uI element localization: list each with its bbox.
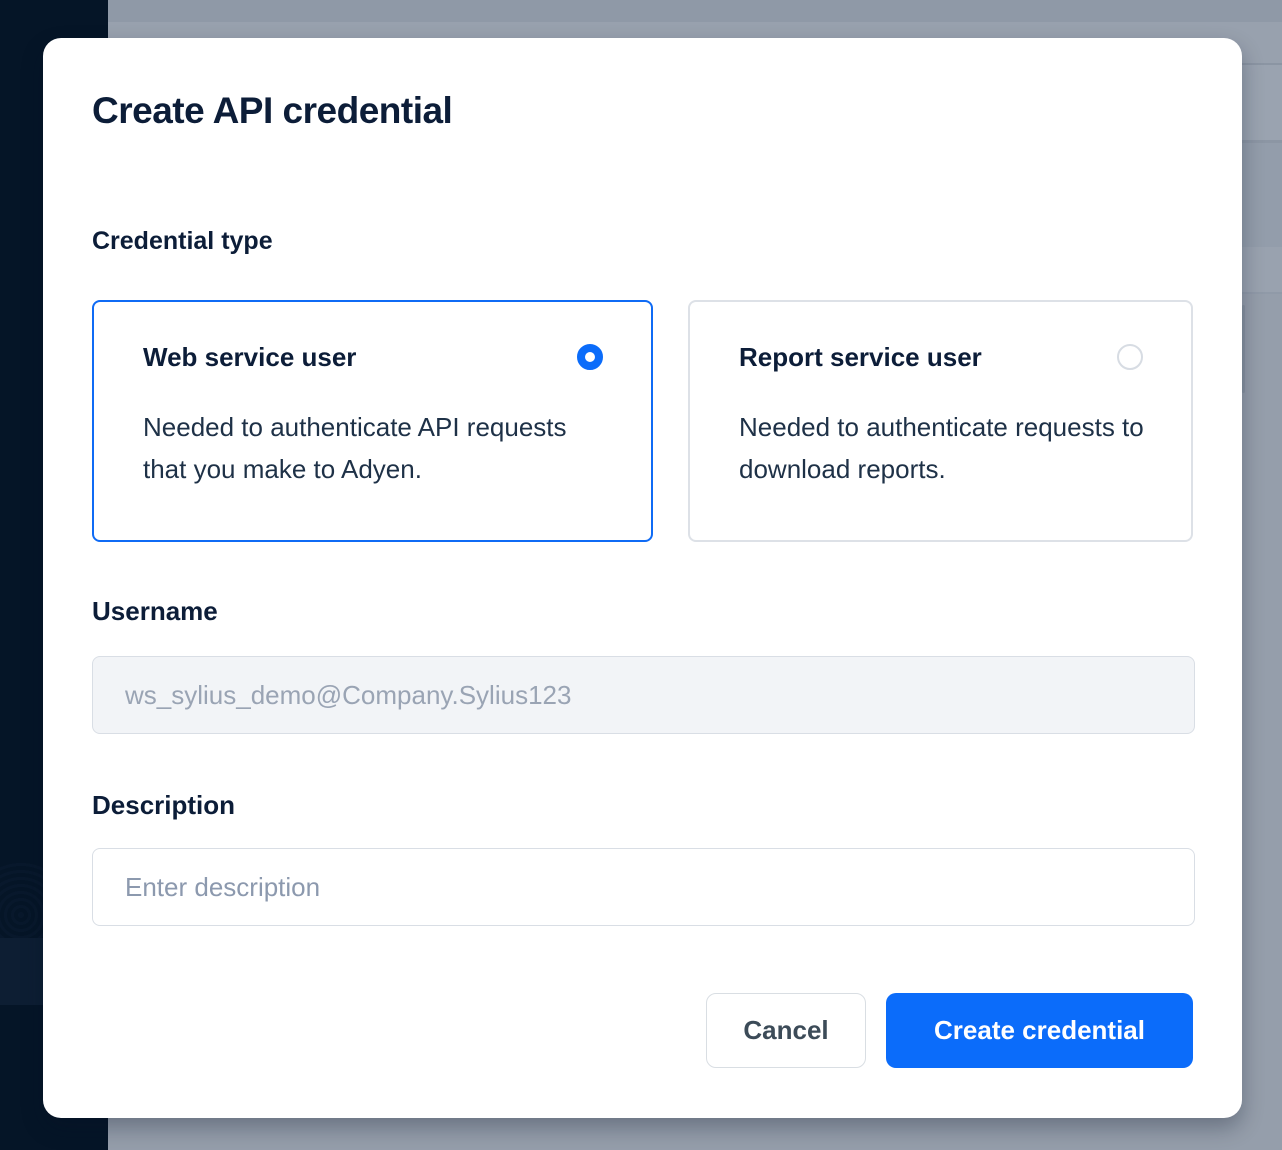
screen: Create API credential Credential type We… (0, 0, 1282, 1150)
description-label: Description (92, 790, 235, 821)
background-topbar-band (0, 0, 1282, 22)
option-card-web-service-user[interactable]: Web service user Needed to authenticate … (92, 300, 653, 542)
create-credential-button[interactable]: Create credential (886, 993, 1193, 1068)
radio-checked-icon[interactable] (577, 344, 603, 370)
scrollbar-thumb[interactable] (1242, 305, 1245, 393)
option-description: Needed to authenticate API requests that… (143, 406, 588, 490)
option-title: Web service user (143, 342, 356, 373)
cancel-button[interactable]: Cancel (706, 993, 866, 1068)
option-title: Report service user (739, 342, 982, 373)
username-input[interactable] (92, 656, 1195, 734)
radio-unchecked-icon[interactable] (1117, 344, 1143, 370)
modal-title: Create API credential (92, 90, 452, 133)
option-description: Needed to authenticate requests to downl… (739, 406, 1154, 490)
modal-actions: Cancel Create credential (706, 993, 1193, 1068)
credential-type-options: Web service user Needed to authenticate … (92, 300, 1193, 542)
create-api-credential-modal: Create API credential Credential type We… (43, 38, 1242, 1118)
credential-type-label: Credential type (92, 227, 273, 256)
username-label: Username (92, 596, 218, 627)
option-card-report-service-user[interactable]: Report service user Needed to authentica… (688, 300, 1193, 542)
description-input[interactable] (92, 848, 1195, 926)
